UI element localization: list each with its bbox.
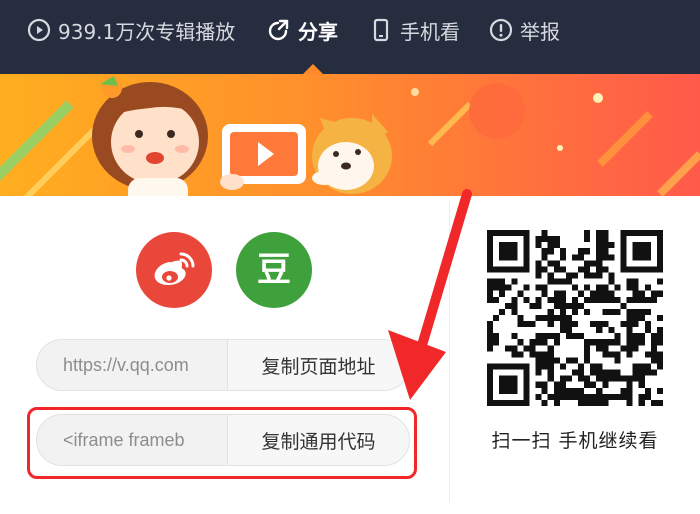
- warning-icon: [488, 17, 514, 43]
- qr-code: [487, 230, 663, 406]
- play-count: 939.1万次专辑播放: [26, 0, 235, 60]
- weibo-icon: [154, 252, 195, 286]
- qr-caption: 扫一扫 手机继续看: [491, 430, 659, 452]
- play-count-label: 939.1万次专辑播放: [58, 19, 236, 44]
- annotation-highlight-box: [27, 407, 417, 479]
- share-tab-label: 分享: [298, 19, 338, 44]
- douban-label: 豆: [257, 250, 291, 290]
- share-tab[interactable]: 分享: [266, 0, 338, 60]
- mobile-watch-tab[interactable]: 手机看: [368, 0, 460, 60]
- share-banner: [0, 74, 700, 196]
- panel-divider: [449, 202, 450, 502]
- top-toolbar: 939.1万次专辑播放 分享 手机看 举报: [0, 0, 700, 74]
- report-tab[interactable]: 举报: [488, 0, 560, 60]
- page-url-field[interactable]: https://v.qq.com: [37, 340, 227, 390]
- copy-page-url-button[interactable]: 复制页面地址: [227, 340, 409, 390]
- share-icon: [266, 17, 292, 43]
- report-label: 举报: [520, 19, 560, 44]
- douban-share-button[interactable]: 豆: [236, 232, 312, 308]
- phone-icon: [368, 17, 394, 43]
- page-url-row: https://v.qq.com 复制页面地址: [36, 339, 410, 391]
- weibo-share-button[interactable]: [136, 232, 212, 308]
- active-tab-caret: [303, 64, 323, 74]
- mobile-watch-label: 手机看: [400, 19, 460, 44]
- banner-illustration: [0, 74, 700, 196]
- play-circle-icon: [26, 17, 52, 43]
